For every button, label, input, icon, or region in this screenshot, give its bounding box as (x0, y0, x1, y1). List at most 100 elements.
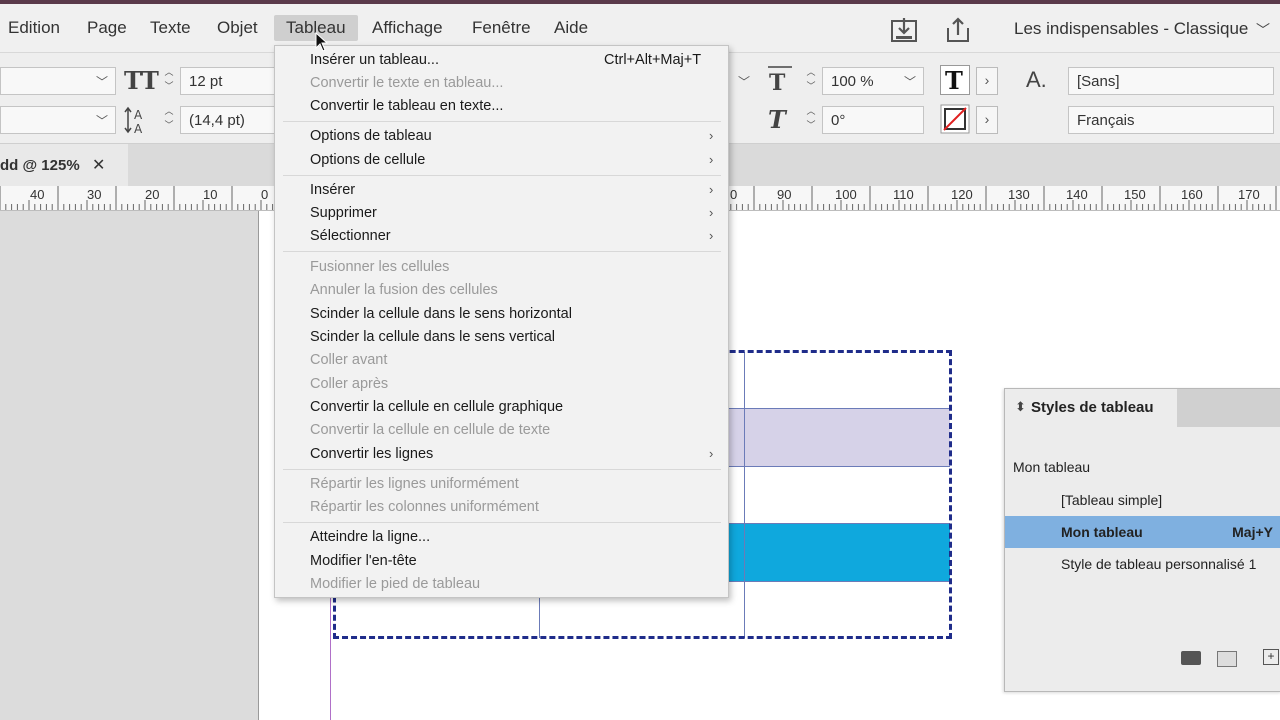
font-size-field[interactable]: 12 pt (180, 67, 276, 95)
menu-item-coller-apres: Coller après (310, 376, 389, 392)
menu-separator (283, 251, 721, 252)
ruler-label: 30 (87, 187, 102, 202)
stroke-none-swatch-icon[interactable] (940, 104, 970, 134)
new-style-icon[interactable]: + (1263, 649, 1279, 665)
document-tab-label: dd @ 125% (0, 157, 80, 174)
submenu-arrow-icon: › (709, 228, 714, 243)
menu-item-options-cellule[interactable]: Options de cellule (310, 152, 425, 168)
share-icon[interactable] (944, 16, 972, 44)
table-styles-panel: ⬍ Styles de tableau Mon tableau [Tableau… (1004, 388, 1280, 692)
language-field[interactable]: Français (1068, 106, 1274, 134)
menu-item-convertir-lignes[interactable]: Convertir les lignes (310, 446, 433, 462)
menu-item-modifier-entete[interactable]: Modifier l'en-tête (310, 553, 417, 569)
publish-online-icon[interactable] (890, 16, 918, 44)
menu-affichage[interactable]: Affichage (372, 18, 443, 38)
character-style-icon: A. (1026, 67, 1047, 92)
menu-separator (283, 121, 721, 122)
ruler-label: 100 (835, 187, 857, 202)
ruler-label: 150 (1124, 187, 1146, 202)
menu-separator (283, 522, 721, 523)
menu-item-annuler-fusion: Annuler la fusion des cellules (310, 282, 498, 298)
menu-item-convertir-texte-en-tableau: Convertir le texte en tableau... (310, 75, 504, 91)
skew-stepper[interactable]: ︿ ﹀ (802, 104, 820, 134)
text-fill-icon: T (945, 66, 963, 95)
character-style-field[interactable]: [Sans] (1068, 67, 1274, 95)
chevron-down-icon[interactable]: ﹀ (1256, 20, 1270, 40)
chevron-down-icon[interactable]: ﹀ (96, 112, 108, 129)
font-size-icon: TT (124, 66, 159, 95)
svg-text:T: T (769, 70, 786, 95)
menu-item-modifier-pied: Modifier le pied de tableau (310, 576, 481, 592)
menu-texte[interactable]: Texte (150, 18, 191, 38)
menu-item-options-tableau[interactable]: Options de tableau (310, 128, 432, 144)
chevron-down-icon[interactable]: ﹀ (738, 73, 750, 90)
menu-item-scinder-horizontal[interactable]: Scinder la cellule dans le sens horizont… (310, 306, 572, 322)
menu-item-inserer-tableau[interactable]: Insérer un tableau... (310, 52, 439, 68)
svg-text:A: A (134, 108, 143, 122)
panel-tab[interactable]: ⬍ Styles de tableau (1005, 389, 1177, 427)
ruler-label: 140 (1066, 187, 1088, 202)
menu-item-scinder-vertical[interactable]: Scinder la cellule dans le sens vertical (310, 329, 555, 345)
ruler-label: 160 (1181, 187, 1203, 202)
chevron-down-icon[interactable]: ﹀ (96, 73, 108, 90)
menu-item-shortcut: Ctrl+Alt+Maj+T (604, 52, 702, 68)
menu-separator (283, 469, 721, 470)
ruler-label: 20 (145, 187, 160, 202)
style-list-item[interactable]: Style de tableau personnalisé 1 (1005, 548, 1280, 580)
menu-objet[interactable]: Objet (217, 18, 258, 38)
pasteboard[interactable] (0, 211, 259, 720)
style-list-item[interactable]: [Tableau simple] (1005, 484, 1280, 516)
chevron-right-icon[interactable]: › (976, 106, 998, 134)
menu-item-coller-avant: Coller avant (310, 352, 388, 368)
menu-aide[interactable]: Aide (554, 18, 588, 38)
skew-icon: T (768, 105, 786, 134)
menu-item-cellule-graphique[interactable]: Convertir la cellule en cellule graphiqu… (310, 399, 563, 415)
vertical-scale-icon: T (768, 66, 792, 95)
menu-item-atteindre-ligne[interactable]: Atteindre la ligne... (310, 529, 430, 545)
menu-fenetre[interactable]: Fenêtre (472, 18, 531, 38)
leading-icon: A A (124, 106, 143, 135)
submenu-arrow-icon: › (709, 128, 714, 143)
leading-stepper[interactable]: ︿ ﹀ (160, 104, 178, 134)
workspace-switcher[interactable]: Les indispensables - Classique (1014, 19, 1248, 39)
panel-title: Styles de tableau (1031, 399, 1154, 416)
ruler-label: 40 (30, 187, 45, 202)
skew-field[interactable]: 0° (822, 106, 924, 134)
style-list-item-selected[interactable]: Mon tableau Maj+Y (1005, 516, 1280, 548)
clear-overrides-icon[interactable] (1217, 651, 1237, 667)
menu-separator (283, 175, 721, 176)
submenu-arrow-icon: › (709, 182, 714, 197)
menu-item-fusionner: Fusionner les cellules (310, 259, 450, 275)
submenu-arrow-icon: › (709, 446, 714, 461)
menu-item-inserer[interactable]: Insérer (310, 182, 355, 198)
current-style-label: Mon tableau (1013, 459, 1091, 475)
menu-item-repartir-lignes: Répartir les lignes uniformément (310, 476, 519, 492)
mouse-cursor-icon (315, 32, 329, 52)
close-icon[interactable]: ✕ (92, 155, 105, 175)
ruler-label: 110 (893, 187, 914, 202)
ruler-label: 0 (730, 187, 738, 202)
leading-field[interactable]: (14,4 pt) (180, 106, 276, 134)
panel-header: ⬍ Styles de tableau (1005, 389, 1280, 427)
chevron-right-icon[interactable]: › (976, 67, 998, 95)
font-size-stepper[interactable]: ︿ ﹀ (160, 65, 178, 95)
menu-edition[interactable]: Edition (8, 18, 60, 38)
ruler-label: 170 (1238, 187, 1260, 202)
menu-item-supprimer[interactable]: Supprimer (310, 205, 377, 221)
scale-stepper[interactable]: ︿ ﹀ (802, 65, 820, 95)
menu-item-convertir-tableau-en-texte[interactable]: Convertir le tableau en texte... (310, 98, 503, 114)
menu-page[interactable]: Page (87, 18, 127, 38)
ruler-label: 130 (1008, 187, 1030, 202)
tableau-menu-dropdown: Insérer un tableau... Ctrl+Alt+Maj+T Con… (274, 45, 729, 598)
menu-item-selectionner[interactable]: Sélectionner (310, 228, 391, 244)
text-fill-swatch[interactable]: T (940, 65, 970, 95)
chevron-down-icon[interactable]: ﹀ (904, 73, 916, 90)
ruler-label: 0 (261, 187, 269, 202)
svg-text:A: A (134, 122, 143, 135)
submenu-arrow-icon: › (709, 205, 714, 220)
ruler-label: 10 (203, 187, 218, 202)
new-group-folder-icon[interactable] (1181, 651, 1201, 665)
document-tab[interactable]: dd @ 125% ✕ (0, 144, 128, 186)
menu-item-cellule-texte: Convertir la cellule en cellule de texte (310, 422, 551, 438)
panel-collapse-icon[interactable]: ⬍ (1015, 399, 1026, 415)
